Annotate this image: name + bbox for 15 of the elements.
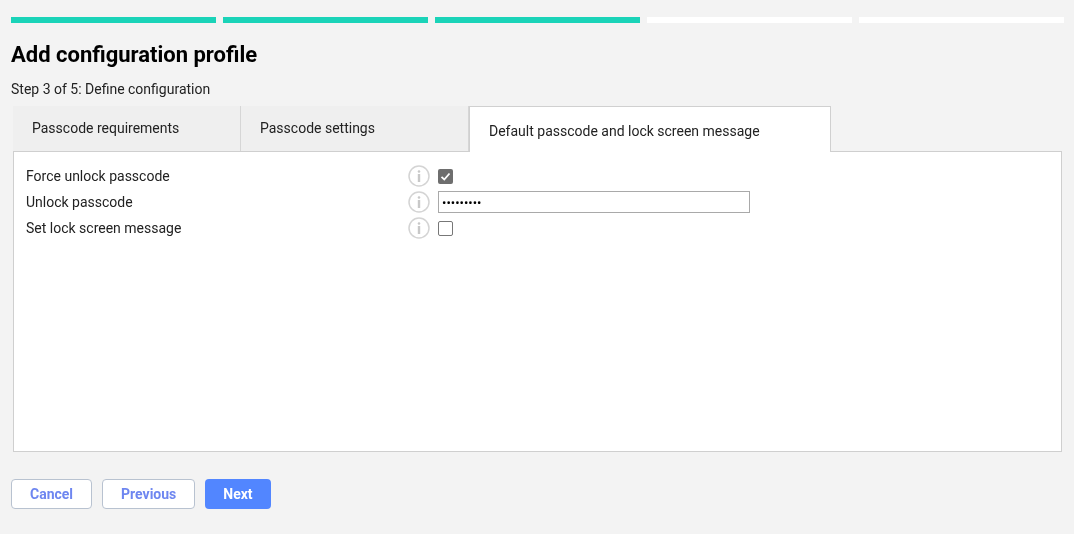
check-icon [440,170,451,182]
password-field[interactable]: ••••••••• [438,191,750,213]
info-icon[interactable] [408,217,430,239]
checkbox[interactable] [438,168,453,184]
checkbox[interactable] [438,220,453,236]
field-label: Unlock passcode [26,192,134,212]
tab[interactable]: Default passcode and lock screen message [469,106,831,152]
info-icon[interactable] [408,191,430,213]
field-label: Force unlock passcode [26,166,171,186]
step-text: Step 3 of 5: Define configuration [11,80,212,98]
tab[interactable]: Passcode settings [241,106,469,151]
info-icon[interactable] [408,165,430,187]
page-title: Add configuration profile [11,41,259,69]
field-label: Set lock screen message [26,218,183,238]
tab[interactable]: Passcode requirements [13,106,241,151]
